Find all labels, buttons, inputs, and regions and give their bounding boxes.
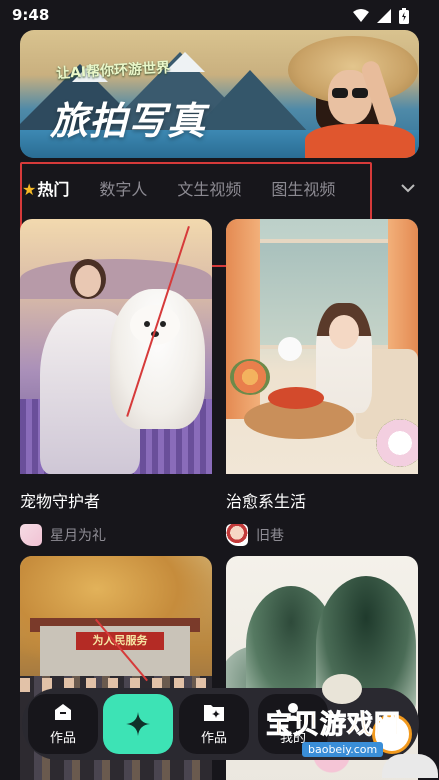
star-icon: ★ xyxy=(22,180,37,199)
banner-model-dress xyxy=(305,124,415,158)
banner-snowcap xyxy=(165,52,205,72)
watermark-mascot xyxy=(322,674,362,704)
wifi-icon xyxy=(353,9,369,22)
avatar xyxy=(20,524,42,546)
category-tabs: ★热门 数字人 文生视频 图生视频 xyxy=(22,176,365,200)
status-time: 9:48 xyxy=(12,6,50,24)
watermark-title: 宝贝游戏网 xyxy=(265,710,402,741)
nav-works-2[interactable]: 作品 xyxy=(179,694,249,754)
card-image[interactable] xyxy=(226,219,418,474)
card-title: 宠物守护者 xyxy=(20,492,101,511)
status-bar: 9:48 xyxy=(0,0,439,30)
card-image[interactable] xyxy=(20,219,212,474)
card-title: 治愈系生活 xyxy=(226,492,307,511)
tab-image-to-video[interactable]: 图生视频 xyxy=(271,176,335,200)
folder-sparkle-icon xyxy=(204,705,224,721)
battery-icon xyxy=(399,8,409,24)
template-card[interactable]: 宠物守护者 星月为礼 xyxy=(20,219,212,546)
avatar xyxy=(226,524,248,546)
template-card[interactable]: 治愈系生活 旧巷 xyxy=(226,219,418,546)
tab-text-to-video[interactable]: 文生视频 xyxy=(177,176,241,200)
card-author[interactable]: 星月为礼 xyxy=(20,524,212,546)
tab-hot[interactable]: ★热门 xyxy=(22,176,69,200)
author-name: 旧巷 xyxy=(256,528,284,544)
status-icons xyxy=(353,8,409,24)
chevron-down-icon[interactable] xyxy=(398,178,418,198)
banner-title: 旅拍写真 xyxy=(50,98,207,143)
signal-icon xyxy=(377,9,391,23)
watermark-logo: 宝贝游戏网 baobeiy.com xyxy=(262,674,438,778)
nav-works[interactable]: 作品 xyxy=(28,694,98,754)
watermark-base xyxy=(382,754,438,778)
card-author[interactable]: 旧巷 xyxy=(226,524,418,546)
tab-digital-human[interactable]: 数字人 xyxy=(99,176,147,200)
author-name: 星月为礼 xyxy=(50,528,106,544)
nav-label: 作品 xyxy=(49,731,76,746)
create-button[interactable] xyxy=(103,694,173,754)
tab-label: 热门 xyxy=(37,180,70,199)
banner-model-sunglasses xyxy=(332,88,368,98)
watermark-url: baobeiy.com xyxy=(302,742,384,757)
home-icon xyxy=(55,704,71,720)
banner-carousel[interactable]: 让AI帮你环游世界 旅拍写真 xyxy=(20,30,419,158)
sparkle-icon xyxy=(126,712,150,736)
nav-label: 作品 xyxy=(200,731,227,746)
